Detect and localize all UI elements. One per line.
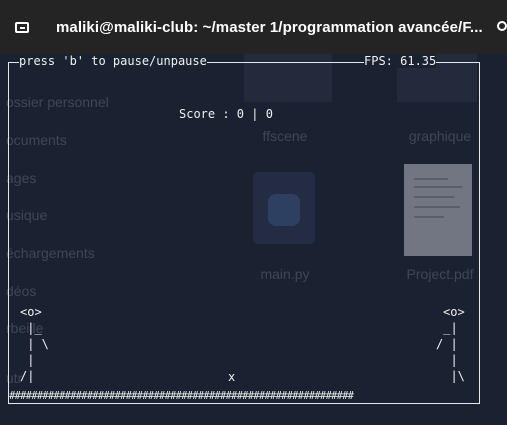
score-display: Score : 0 | 0 [179, 107, 273, 121]
pause-hint: press 'b' to pause/unpause [19, 54, 207, 68]
right-player-line: / | [436, 337, 458, 351]
right-player-line: |\ [436, 369, 465, 383]
right-player-line: _| [436, 321, 458, 335]
fps-counter: FPS: 61.35 [364, 54, 437, 68]
ball: x [228, 370, 236, 384]
right-player-line: | [436, 353, 458, 367]
title-bar: maliki@maliki-club: ~/master 1/programma… [0, 0, 507, 54]
terminal-icon[interactable] [15, 22, 29, 33]
left-player-line: | [20, 353, 35, 367]
left-player-line: <o> [20, 305, 42, 319]
ground-line: ########################################… [9, 389, 354, 403]
right-player-line: <o> [443, 305, 465, 319]
left-player-line: | \ [20, 337, 49, 351]
terminal-area[interactable]: ossier personnel ocuments ages usique éc… [0, 54, 507, 425]
left-player-line: |_ [20, 321, 42, 335]
window-title: maliki@maliki-club: ~/master 1/programma… [56, 19, 483, 36]
left-player-line: /| [20, 369, 35, 383]
search-icon[interactable] [497, 21, 507, 31]
